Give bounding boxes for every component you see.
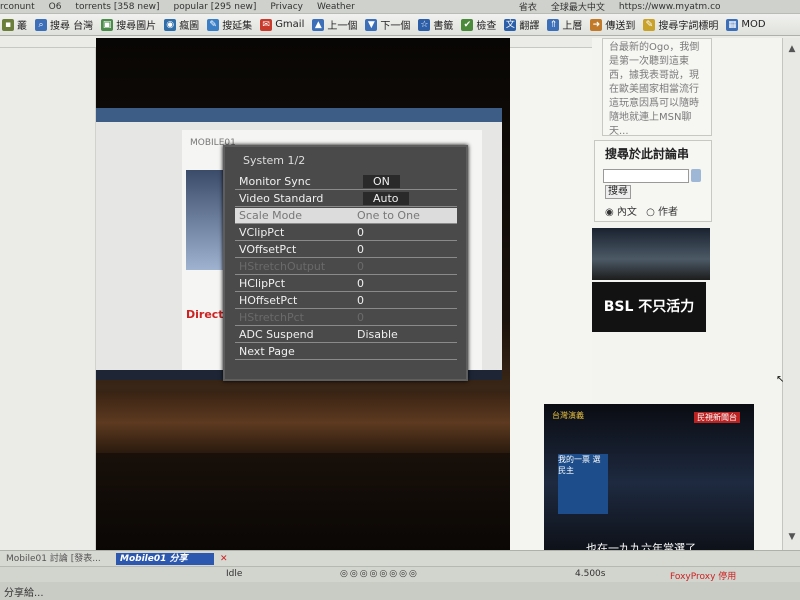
search-options: ◉ 內文 ○ 作者: [605, 203, 678, 218]
osd-row-next-page[interactable]: Next Page: [235, 344, 457, 360]
tv-show-logo: 台灣演義: [552, 411, 584, 420]
gmail-icon: ✉: [260, 18, 273, 31]
osd-row-hoffsetpct[interactable]: HOffsetPct 0: [235, 293, 457, 309]
search-title: 搜尋於此討論串: [605, 147, 690, 161]
image-icon: ▣: [101, 18, 114, 31]
status-timer: 4.500s: [575, 569, 606, 579]
close-tab-icon[interactable]: ✕: [216, 553, 228, 565]
bookmark-2[interactable]: O6: [49, 2, 62, 12]
toolbar-item-14[interactable]: ▦ MOD: [726, 18, 766, 31]
osd-row-hstretchoutput: HStretchOutput 0: [235, 259, 457, 275]
radio-content-label: 內文: [616, 207, 637, 218]
monitor-ad: Direct.: [186, 308, 228, 321]
toolbar-item-12[interactable]: ➜ 傳送到: [590, 17, 635, 32]
search-button[interactable]: 搜尋: [605, 185, 631, 199]
bookmark-3[interactable]: torrents [358 new]: [75, 2, 159, 12]
toolbar-item-3[interactable]: ◉ 瘋圖: [164, 17, 199, 32]
scroll-up-icon[interactable]: ▲: [786, 44, 798, 56]
mouse-cursor-icon: ↖: [776, 374, 785, 385]
osd-row-video-standard[interactable]: Video Standard Auto: [235, 191, 457, 207]
foxyproxy-status[interactable]: FoxyProxy 停用: [670, 569, 736, 582]
tab-bar: Mobile01 討論 [發表... Mobile01 分享 ✕: [0, 550, 800, 566]
search-go-icon[interactable]: [691, 169, 701, 182]
bookmark-5[interactable]: Privacy: [270, 2, 303, 12]
osd-row-hstretchpct: HStretchPct 0: [235, 310, 457, 326]
bsl-ad-banner[interactable]: BSL 不只活力: [592, 282, 706, 332]
tab-1[interactable]: Mobile01 討論 [發表...: [2, 553, 112, 565]
osd-row-voffsetpct[interactable]: VOffsetPct 0: [235, 242, 457, 258]
bookmark-6[interactable]: Weather: [317, 2, 355, 12]
radio-author-icon[interactable]: ○: [646, 207, 655, 218]
toolbar-item-9[interactable]: ✔ 檢查: [461, 17, 496, 32]
toolbar-item-1[interactable]: ⌕ 搜尋 台灣: [35, 17, 93, 32]
search-box: 搜尋於此討論串 搜尋 ◉ 內文 ○ 作者: [594, 140, 712, 222]
tv-campaign-banner: 我的一票 選民主: [558, 454, 608, 514]
up-icon: ▲: [312, 18, 325, 31]
monitor-titlebar: [96, 108, 502, 122]
toolbar-item-0[interactable]: ▪ 叢: [2, 17, 27, 32]
check-icon: ✔: [461, 18, 474, 31]
osd-row-monitor-sync[interactable]: Monitor Sync ON: [235, 174, 457, 190]
toolbar-item-6[interactable]: ▲ 上一個: [312, 17, 357, 32]
car-ad-banner[interactable]: [592, 228, 710, 280]
toolbar-item-8[interactable]: ☆ 書籤: [418, 17, 453, 32]
toolbar-item-11[interactable]: ⇑ 上層: [547, 17, 582, 32]
mod-icon: ▦: [726, 18, 739, 31]
down-icon: ▼: [365, 18, 378, 31]
search-input[interactable]: [603, 169, 689, 183]
bookmark-1[interactable]: rconunt: [0, 2, 35, 12]
page-scrollbar[interactable]: ▲ ▼: [782, 38, 800, 550]
browser-toolbar: ▪ 叢 ⌕ 搜尋 台灣 ▣ 搜尋圖片 ◉ 瘋圖 ✎ 搜延集 ✉ Gmail ▲ 上一個 ▼ 下一…: [0, 14, 800, 36]
osd-row-hclippct[interactable]: HClipPct 0: [235, 276, 457, 292]
toolbar-item-2[interactable]: ▣ 搜尋圖片: [101, 17, 156, 32]
bookmark-7[interactable]: 省衣: [519, 0, 537, 13]
upload-icon: ⇑: [547, 18, 560, 31]
bottom-bar: 分享給...: [0, 582, 800, 600]
status-bar: Idle ◎◎◎◎◎◎◎◎ 4.500s FoxyProxy 停用: [0, 566, 800, 582]
osd-row-vclippct[interactable]: VClipPct 0: [235, 225, 457, 241]
osd-title: System 1/2: [243, 154, 306, 167]
bookmark-4[interactable]: popular [295 new]: [174, 2, 257, 12]
radio-author-label: 作者: [658, 207, 679, 218]
blog-icon: ◉: [164, 18, 177, 31]
tv-video-frame[interactable]: 台灣演義 民視新聞台 我的一票 選民主 也在一九九六年當選了: [544, 404, 754, 562]
spell-icon: ✎: [643, 18, 656, 31]
toolbar-item-4[interactable]: ✎ 搜延集: [207, 17, 252, 32]
radio-content-icon[interactable]: ◉: [605, 207, 614, 218]
status-idle: Idle: [226, 569, 243, 579]
bookmark-8[interactable]: 全球最大中文: [551, 0, 605, 13]
osd-row-adc-suspend[interactable]: ADC Suspend Disable: [235, 327, 457, 343]
scroll-down-icon[interactable]: ▼: [786, 532, 798, 544]
stage-floor: [96, 393, 510, 453]
snippet-box: 台最新的Ogo，我倒是第一次聽到這東西，據我表哥說，現在歐美國家相當流行這玩意因…: [602, 38, 712, 137]
article-snippet[interactable]: 台最新的Ogo，我倒是第一次聽到這東西，據我表哥說，現在歐美國家相當流行這玩意因…: [603, 39, 711, 141]
status-icons[interactable]: ◎◎◎◎◎◎◎◎: [340, 569, 419, 579]
bookmark-icon: ✎: [207, 18, 220, 31]
toolbar-item-5[interactable]: ✉ Gmail: [260, 18, 304, 31]
translate-icon: 文: [504, 18, 517, 31]
bookmark-9[interactable]: https://www.myatm.co: [619, 2, 721, 12]
osd-row-scale-mode[interactable]: Scale Mode One to One: [235, 208, 457, 224]
search-icon: ⌕: [35, 18, 47, 31]
toolbar-item-7[interactable]: ▼ 下一個: [365, 17, 410, 32]
star-icon: ☆: [418, 18, 431, 31]
left-column: [0, 48, 96, 550]
bookmark-strip: rconunt O6 torrents [358 new] popular [2…: [0, 0, 800, 14]
send-icon: ➜: [590, 18, 603, 31]
osd-menu: System 1/2 Monitor Sync ON Video Standard…: [223, 145, 468, 381]
tab-2[interactable]: Mobile01 分享: [116, 553, 214, 565]
toolbar-item-10[interactable]: 文翻譯: [504, 17, 539, 32]
fold-icon: ▪: [2, 18, 14, 31]
share-text[interactable]: 分享給...: [4, 584, 44, 599]
toolbar-item-13[interactable]: ✎ 搜尋字詞標明: [643, 17, 718, 32]
tv-channel-badge: 民視新聞台: [694, 412, 740, 423]
